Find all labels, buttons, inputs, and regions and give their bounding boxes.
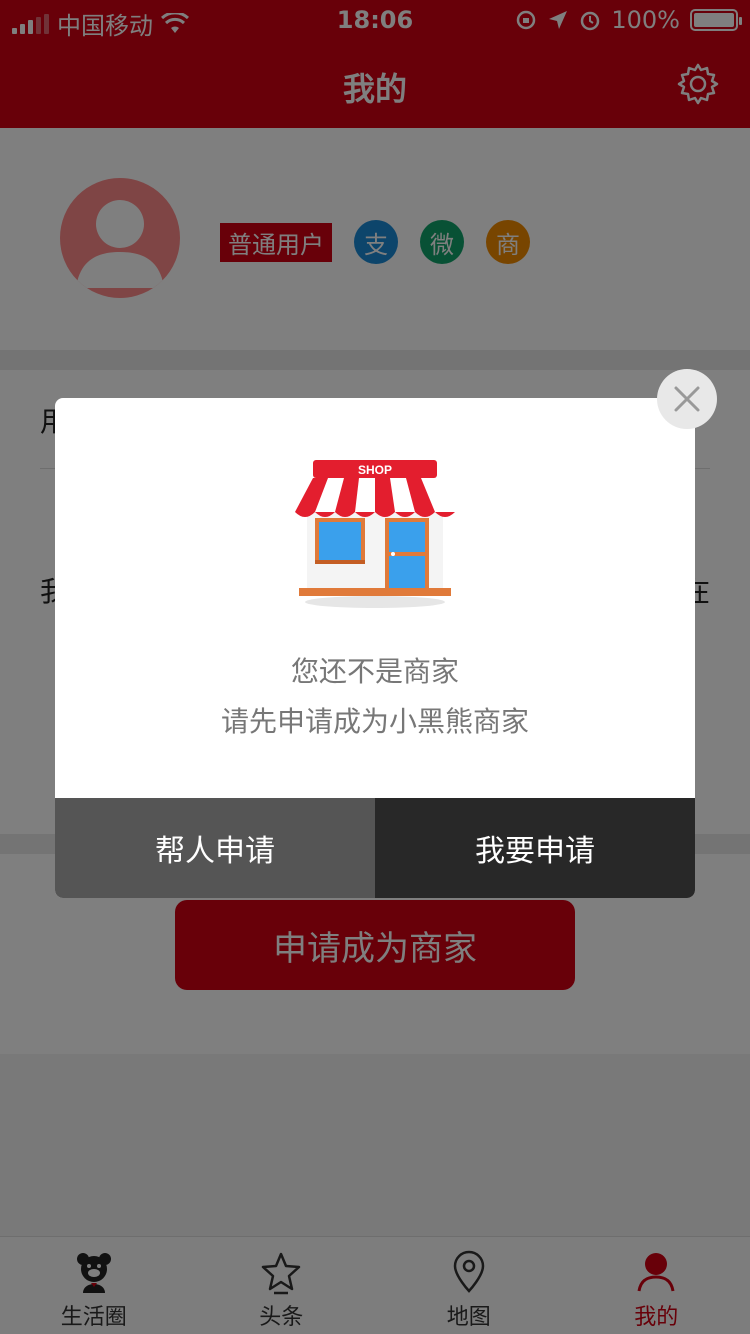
help-others-apply-button[interactable]: 帮人申请: [55, 798, 375, 898]
apply-prompt-message: 请先申请成为小黑熊商家: [220, 705, 529, 738]
shop-icon: SHOP: [295, 460, 455, 608]
not-merchant-message: 您还不是商家: [290, 655, 459, 688]
shop-sign-text: SHOP: [358, 463, 392, 477]
modal-close-button[interactable]: [657, 369, 717, 429]
self-apply-button[interactable]: 我要申请: [375, 798, 695, 898]
modal-actions: 帮人申请 我要申请: [55, 798, 695, 898]
merchant-modal: SHOP 您还不是商家 请先申请成为小黑熊商家 帮人申请 我要申请: [55, 398, 695, 898]
close-icon: [674, 386, 700, 412]
